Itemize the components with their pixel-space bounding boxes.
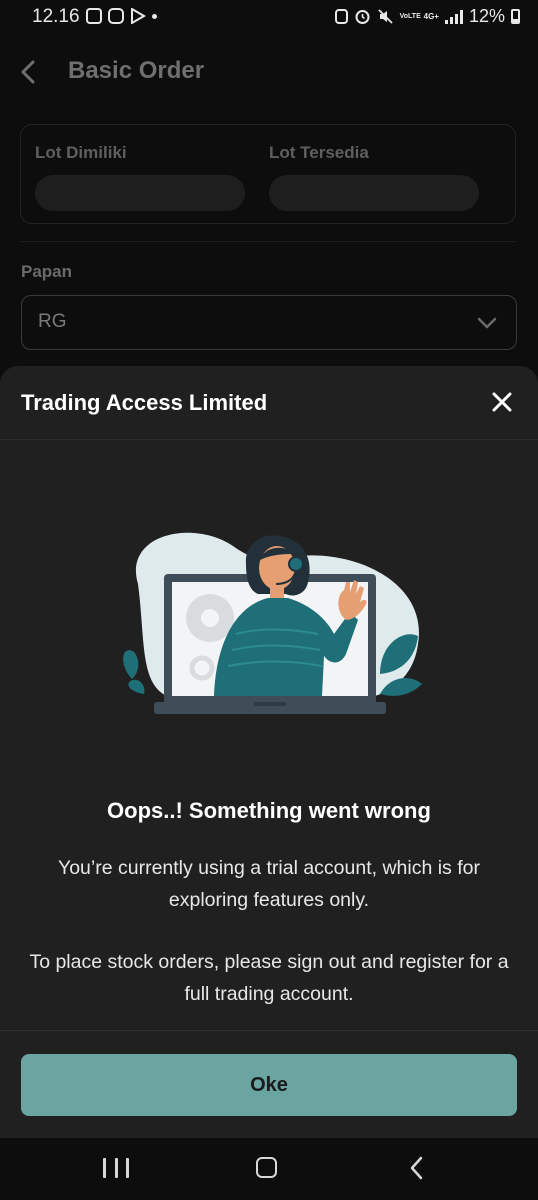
battery-icon [511,9,520,24]
home-button[interactable] [256,1157,277,1178]
lot-owned-label: Lot Dimiliki [35,143,127,162]
notification-icons [86,8,157,24]
app-header: Basic Order [0,40,538,104]
lot-info-card: Lot Dimiliki Lot Tersedia [20,124,516,224]
system-navigation-bar [0,1138,538,1200]
battery-percent: 12% [468,6,505,26]
lot-available-value-placeholder [269,175,479,211]
sheet-title: Trading Access Limited [21,390,268,415]
alarm-icon [355,10,370,24]
chevron-down-icon [477,317,497,329]
error-message-register: To place stock orders, please sign out a… [29,951,509,1005]
system-back-button[interactable] [406,1154,428,1182]
form-divider [20,241,516,242]
system-icons: VoLTE 4G+ 12% [334,6,520,27]
signal-icon [444,9,463,24]
close-icon [492,392,512,412]
recent-apps-button[interactable] [103,1158,129,1180]
board-select[interactable]: RG [21,295,517,350]
back-arrow-icon [410,1156,423,1180]
sim-icon [334,9,348,24]
play-store-icon [131,8,146,24]
app-notification-icon [86,8,102,24]
trading-access-sheet: Trading Access Limited Oops..! Something… [0,366,538,1138]
ok-button[interactable]: Oke [21,1054,517,1116]
board-select-value: RG [38,311,67,332]
chevron-left-icon [21,60,35,84]
more-notifications-icon [152,13,157,19]
sheet-divider [0,439,538,440]
error-title: Oops..! Something went wrong [107,798,431,823]
error-message-trial: You’re currently using a trial account, … [58,857,480,911]
volte-label: VoLTE [399,12,421,20]
instagram-icon [108,8,124,24]
support-agent-laptop-illustration [123,532,422,714]
status-bar: 12.16 VoLTE 4G+ 12% [0,0,538,34]
sheet-footer-divider [0,1030,538,1031]
lot-owned-value-placeholder [35,175,245,211]
status-time: 12.16 [32,6,80,27]
lot-available-label: Lot Tersedia [269,143,369,162]
mute-icon [377,9,393,24]
close-button[interactable] [488,388,516,416]
back-button[interactable] [14,54,44,90]
page-title: Basic Order [68,57,205,84]
board-label: Papan [21,262,73,281]
network-type-label: 4G+ [423,12,439,21]
